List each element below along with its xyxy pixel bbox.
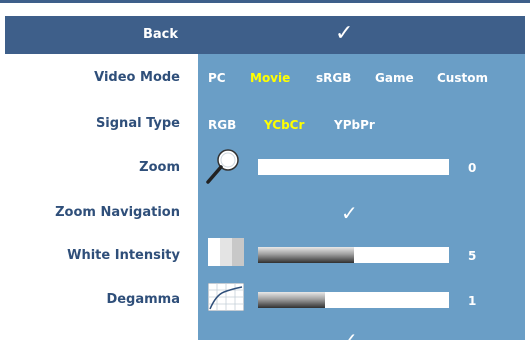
degamma-slider-fill [258, 292, 325, 308]
zoom-navigation-check-icon[interactable]: ✓ [341, 201, 358, 225]
signal-type-option-rgb[interactable]: RGB [208, 118, 236, 132]
white-intensity-slider-fill [258, 247, 354, 263]
video-mode-option-movie[interactable]: Movie [250, 71, 290, 85]
white-intensity-value: 5 [468, 249, 477, 263]
back-label: Back [142, 27, 178, 42]
zoom-value: 0 [468, 161, 477, 175]
back-row[interactable]: Back ✓ [5, 16, 525, 54]
white-intensity-label: White Intensity [67, 248, 180, 263]
video-mode-option-custom[interactable]: Custom [437, 71, 488, 85]
degamma-slider[interactable] [258, 292, 449, 308]
degamma-value: 1 [468, 294, 477, 308]
white-intensity-slider[interactable] [258, 247, 449, 263]
zoom-navigation-label: Zoom Navigation [55, 205, 180, 220]
top-divider [0, 0, 530, 3]
zoom-label: Zoom [139, 160, 180, 175]
degamma-curve-icon [208, 283, 244, 311]
magnifier-icon [206, 149, 239, 184]
signal-type-option-ycbcr[interactable]: YCbCr [264, 118, 304, 132]
video-mode-option-game[interactable]: Game [375, 71, 414, 85]
zoom-slider[interactable] [258, 159, 449, 175]
video-mode-option-pc[interactable]: PC [208, 71, 226, 85]
signal-type-label: Signal Type [95, 116, 180, 131]
video-mode-label: Video Mode [94, 70, 180, 85]
video-mode-option-srgb[interactable]: sRGB [316, 71, 351, 85]
white-intensity-icon [208, 238, 244, 266]
osd-menu: Back ✓ Video Mode PC Movie sRGB Game Cus… [0, 0, 530, 340]
back-check-icon: ✓ [335, 21, 354, 46]
back-button[interactable]: Back [5, 16, 198, 54]
degamma-label: Degamma [106, 292, 180, 307]
partial-row-check-icon[interactable]: ✓ [341, 328, 358, 340]
signal-type-option-ypbpr[interactable]: YPbPr [334, 118, 375, 132]
